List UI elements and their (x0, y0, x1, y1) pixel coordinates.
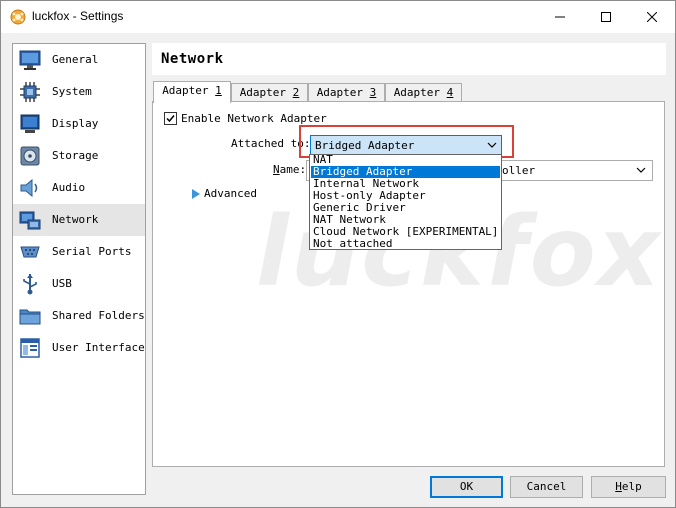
sidebar-item-label: System (52, 85, 92, 98)
window-title: luckfox - Settings (32, 9, 124, 23)
settings-window: luckfox - Settings General System Displa… (0, 0, 676, 508)
tab-adapter-4[interactable]: Adapter 4 (385, 83, 462, 102)
dropdown-option-internal-network[interactable]: Internal Network (311, 178, 500, 190)
network-icon (18, 208, 42, 232)
dropdown-option-nat[interactable]: NAT (311, 154, 500, 166)
help-rest: elp (621, 480, 642, 493)
sidebar-item-label: Display (52, 117, 99, 130)
sidebar-item-label: Storage (52, 149, 99, 162)
sidebar-item-label: User Interface (52, 341, 145, 354)
maximize-icon (601, 12, 611, 22)
monitor-icon (18, 48, 42, 72)
sidebar-item-label: Serial Ports (52, 245, 132, 258)
sidebar-item-storage[interactable]: Storage (13, 140, 145, 172)
sidebar-item-display[interactable]: Display (13, 108, 145, 140)
tab-key: 3 (369, 86, 377, 99)
tab-key: 2 (292, 86, 300, 99)
checkmark-icon (166, 115, 175, 123)
dropdown-option-bridged-adapter[interactable]: Bridged Adapter (311, 166, 500, 178)
name-label-key: N (273, 163, 280, 176)
attached-to-label: Attached to: (231, 137, 311, 150)
folder-icon (18, 304, 42, 328)
minimize-button[interactable] (537, 1, 583, 33)
sidebar-item-label: Audio (52, 181, 86, 194)
sidebar-item-label: Shared Folders (52, 309, 145, 322)
tab-label: Adapter (162, 84, 216, 97)
sidebar-item-label: USB (52, 277, 72, 290)
tab-label: Adapter (239, 86, 293, 99)
maximize-button[interactable] (583, 1, 629, 33)
attached-to-value: Bridged Adapter (315, 139, 415, 152)
cancel-button[interactable]: Cancel (510, 476, 583, 498)
minimize-icon (555, 16, 565, 18)
usb-icon (18, 272, 42, 296)
tab-label: Adapter (316, 86, 370, 99)
title-bar: luckfox - Settings (1, 1, 675, 33)
help-key: H (615, 480, 622, 493)
app-icon (10, 9, 26, 25)
sidebar-item-audio[interactable]: Audio (13, 172, 145, 204)
chip-icon (18, 80, 42, 104)
tab-key: 4 (446, 86, 454, 99)
tab-label: Adapter (393, 86, 447, 99)
attached-to-dropdown: NAT Bridged Adapter Internal Network Hos… (309, 154, 502, 250)
help-button[interactable]: Help (591, 476, 666, 498)
display-icon (18, 112, 42, 136)
sidebar-item-usb[interactable]: USB (13, 268, 145, 300)
page-header: Network (152, 43, 666, 75)
adapter-name-value: oller (502, 164, 536, 177)
dropdown-option-generic-driver[interactable]: Generic Driver (311, 202, 500, 214)
sidebar-item-shared-folders[interactable]: Shared Folders (13, 300, 145, 332)
enable-adapter-checkbox[interactable] (164, 112, 177, 125)
settings-sidebar: General System Display Storage Audio Net… (12, 43, 146, 495)
close-button[interactable] (629, 1, 675, 33)
sidebar-item-network[interactable]: Network (13, 204, 145, 236)
tab-adapter-3[interactable]: Adapter 3 (308, 83, 385, 102)
dropdown-option-host-only-adapter[interactable]: Host-only Adapter (311, 190, 500, 202)
dropdown-option-cloud-network[interactable]: Cloud Network [EXPERIMENTAL] (311, 226, 500, 238)
enable-adapter-label[interactable]: Enable Network Adapter (181, 112, 327, 125)
expand-arrow-icon (192, 189, 200, 199)
advanced-toggle[interactable]: Advanced (191, 187, 271, 203)
tab-adapter-2[interactable]: Adapter 2 (231, 83, 308, 102)
dropdown-option-nat-network[interactable]: NAT Network (311, 214, 500, 226)
tab-key: 1 (215, 84, 222, 97)
name-label: Name: (273, 163, 306, 176)
window-icon (18, 336, 42, 360)
sidebar-item-user-interface[interactable]: User Interface (13, 332, 145, 364)
ok-button[interactable]: OK (430, 476, 503, 498)
chevron-down-icon (487, 142, 497, 148)
tab-adapter-1[interactable]: Adapter 1 (153, 81, 231, 103)
disk-icon (18, 144, 42, 168)
attached-to-select[interactable]: Bridged Adapter (310, 135, 502, 156)
close-icon (647, 12, 657, 22)
speaker-icon (18, 176, 42, 200)
sidebar-item-system[interactable]: System (13, 76, 145, 108)
name-label-rest: ame: (279, 163, 307, 176)
page-title: Network (161, 51, 224, 67)
sidebar-item-label: Network (52, 213, 99, 226)
sidebar-item-label: General (52, 53, 99, 66)
sidebar-item-serial-ports[interactable]: Serial Ports (13, 236, 145, 268)
serial-port-icon (18, 240, 42, 264)
sidebar-item-general[interactable]: General (13, 44, 145, 76)
dropdown-option-not-attached[interactable]: Not attached (311, 238, 500, 250)
advanced-label: Advanced (204, 187, 257, 200)
chevron-down-icon (636, 167, 646, 173)
